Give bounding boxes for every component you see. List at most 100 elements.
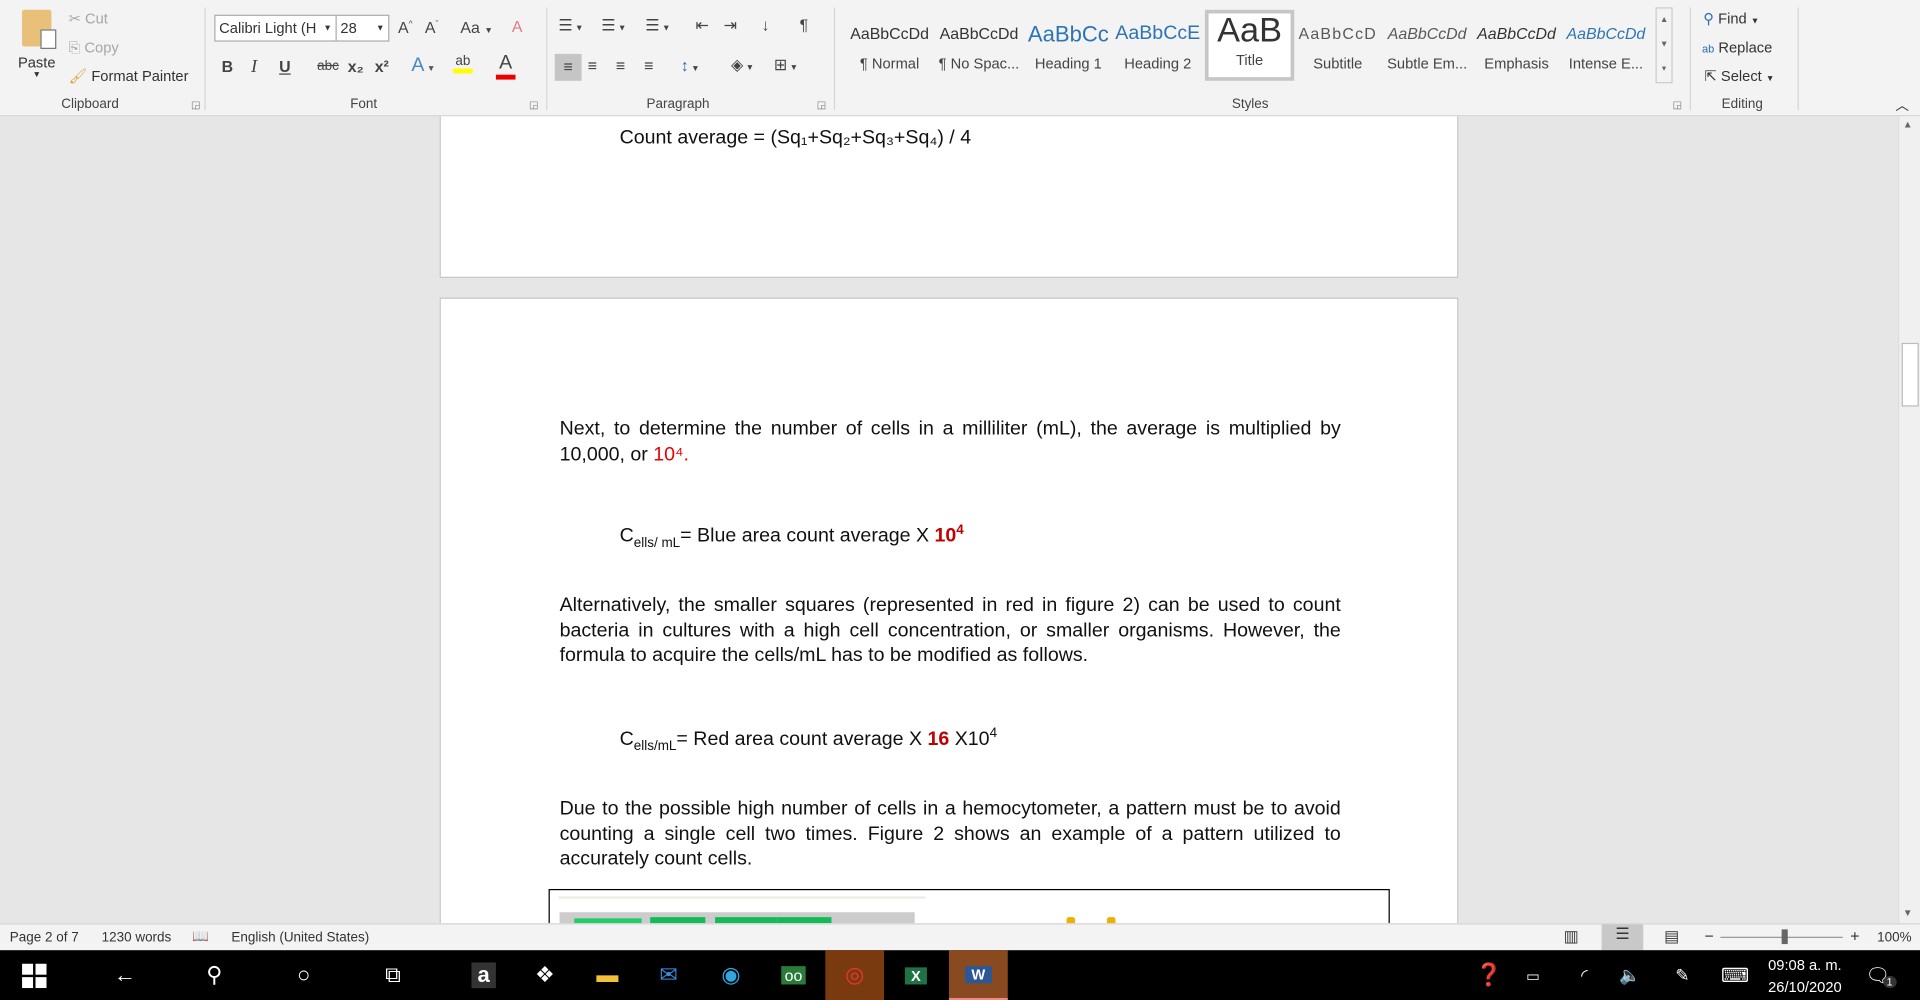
align-left-button[interactable]: ≡	[554, 53, 582, 81]
zoom-level[interactable]: 100%	[1877, 931, 1911, 946]
find-button[interactable]: ⚲ Find ▼	[1703, 10, 1759, 27]
text-effects-icon[interactable]: A ▼	[411, 55, 435, 77]
paragraph-group-label: Paragraph	[646, 96, 710, 112]
paintbrush-icon: 🖌	[68, 67, 88, 85]
count-average-formula: Count average = (Sq₁+Sq₂+Sq₃+Sq₄) / 4	[619, 127, 972, 149]
start-windows-icon[interactable]	[5, 950, 64, 1000]
clock[interactable]: 09:08 a. m. 26/10/2020	[1761, 954, 1849, 998]
scroll-up-icon[interactable]: ▲	[1903, 119, 1913, 130]
scroll-thumb[interactable]	[1901, 342, 1919, 407]
style-intense-emphasis[interactable]: AaBbCcDd Intense E...	[1561, 17, 1650, 86]
style-emphasis[interactable]: AaBbCcDd Emphasis	[1472, 17, 1561, 86]
zoom-slider-thumb[interactable]	[1781, 929, 1788, 945]
scroll-down-icon[interactable]: ▼	[1903, 907, 1913, 918]
sort-icon[interactable]: ↓	[762, 16, 770, 34]
select-button[interactable]: ⇱ Select ▼	[1704, 67, 1774, 84]
collapse-ribbon-icon[interactable]: ︿	[1896, 96, 1909, 116]
clear-formatting-icon[interactable]: A	[512, 17, 523, 35]
pen-icon[interactable]: ✎	[1653, 950, 1712, 1000]
subscript-button[interactable]: x₂	[348, 58, 364, 76]
bullets-icon[interactable]: ☰ ▼	[558, 16, 583, 36]
dialog-launcher-icon[interactable]: ◲	[1673, 99, 1682, 110]
paste-button[interactable]: Paste ▼	[12, 7, 61, 88]
align-center-button[interactable]: ≡	[588, 56, 597, 74]
shading-icon[interactable]: ◈ ▼	[731, 55, 754, 75]
search-icon[interactable]: ⚲	[185, 950, 244, 1000]
cut-button[interactable]: ✂ Cut	[69, 10, 108, 27]
edge-icon[interactable]: ◉	[702, 950, 761, 1000]
replace-button[interactable]: ab Replace	[1702, 39, 1772, 56]
strikethrough-button[interactable]: abc	[317, 59, 339, 74]
web-layout-icon[interactable]: ▤	[1664, 927, 1679, 947]
numbering-icon[interactable]: ☰ ▼	[601, 16, 626, 36]
paragraph-3: Due to the possible high number of cells…	[559, 798, 1341, 870]
read-mode-icon[interactable]: ▥	[1564, 927, 1579, 947]
cortana-icon[interactable]: ○	[274, 950, 333, 1000]
change-case-button[interactable]: Aa ▼	[460, 18, 492, 36]
borders-icon[interactable]: ⊞ ▼	[774, 55, 798, 75]
align-right-button[interactable]: ≡	[616, 56, 625, 74]
style-no-spacing[interactable]: AaBbCcDd ¶ No Spac...	[934, 17, 1023, 86]
zoom-slider[interactable]	[1720, 929, 1843, 945]
cells-per-ml-formula-red: Cells/mL= Red area count average X 16 X1…	[619, 726, 998, 754]
font-size-combobox[interactable]: 28 ▼	[335, 14, 390, 42]
paragraph-1: Next, to determine the number of cells i…	[559, 418, 1341, 465]
decrease-indent-icon[interactable]: ⇤	[696, 16, 709, 36]
dialog-launcher-icon[interactable]: ◲	[817, 99, 826, 110]
print-layout-icon[interactable]: ☰	[1601, 924, 1644, 951]
keyboard-icon[interactable]: ⌨	[1706, 950, 1765, 1000]
copy-button[interactable]: ⎘ Copy	[69, 39, 119, 57]
justify-button[interactable]: ≡	[644, 56, 653, 74]
italic-button[interactable]: I	[251, 58, 257, 79]
word-count[interactable]: 1230 words	[102, 931, 172, 946]
chrome-icon[interactable]: ◎	[825, 950, 885, 1000]
mail-icon[interactable]: ✉	[639, 950, 698, 1000]
style-subtitle[interactable]: AaBbCcD Subtitle	[1293, 17, 1382, 86]
grow-font-button[interactable]: A^	[398, 18, 413, 36]
amazon-icon[interactable]: a	[454, 950, 513, 1000]
underline-button[interactable]: U	[279, 58, 290, 76]
pilcrow-icon[interactable]: ¶	[800, 16, 809, 34]
highlight-icon[interactable]: ab	[453, 54, 473, 74]
style-title[interactable]: AaB Title	[1204, 9, 1295, 81]
battery-icon[interactable]: ▭	[1504, 950, 1563, 1000]
style-heading-1[interactable]: AaBbCc Heading 1	[1024, 17, 1113, 86]
style-subtle-emphasis[interactable]: AaBbCcDd Subtle Em...	[1382, 17, 1471, 86]
excel-icon[interactable]: X	[887, 950, 946, 1000]
back-arrow-icon[interactable]: ←	[96, 950, 155, 1000]
proofing-icon[interactable]: 📖	[192, 928, 209, 944]
line-spacing-icon[interactable]: ↕ ▼	[681, 56, 700, 74]
superscript-button[interactable]: x²	[375, 58, 389, 76]
increase-indent-icon[interactable]: ⇥	[724, 16, 737, 36]
format-painter-button[interactable]: 🖌 Format Painter	[69, 67, 189, 84]
scissors-icon: ✂	[68, 9, 81, 27]
zoom-in-button[interactable]: +	[1850, 927, 1859, 945]
tripadvisor-icon[interactable]: oo	[764, 950, 823, 1000]
zoom-out-button[interactable]: −	[1704, 927, 1713, 945]
ribbon: Paste ▼ ✂ Cut ⎘ Copy 🖌 Format Painter Cl…	[0, 0, 1920, 117]
language[interactable]: English (United States)	[231, 931, 369, 946]
shrink-font-button[interactable]: Aˇ	[425, 18, 438, 36]
notifications-icon[interactable]: 🗨 1	[1851, 950, 1910, 1000]
multilevel-list-icon[interactable]: ☰ ▼	[645, 16, 670, 36]
volume-icon[interactable]: 🔈	[1600, 950, 1659, 1000]
bold-button[interactable]: B	[222, 58, 233, 76]
word-icon[interactable]: W	[948, 950, 1008, 1000]
dialog-launcher-icon[interactable]: ◲	[191, 99, 200, 110]
dropbox-icon[interactable]: ❖	[516, 950, 575, 1000]
status-bar: Page 2 of 7 1230 words 📖 English (United…	[0, 923, 1920, 951]
styles-scroll[interactable]: ▲ ▼ ▾	[1655, 7, 1673, 84]
task-view-icon[interactable]: ⧉	[364, 950, 423, 1000]
font-name-combobox[interactable]: Calibri Light (H ▼	[214, 14, 337, 42]
document-area: Count average = (Sq₁+Sq₂+Sq₃+Sq₄) / 4 Ne…	[0, 116, 1898, 924]
page-count[interactable]: Page 2 of 7	[10, 931, 79, 946]
vertical-scrollbar[interactable]: ▲ ▼	[1897, 116, 1920, 924]
file-explorer-icon[interactable]: ▬	[578, 950, 637, 1000]
chevron-down-icon: ▼	[32, 71, 41, 80]
style-normal[interactable]: AaBbCcDd ¶ Normal	[845, 17, 934, 86]
replace-icon: ab	[1702, 42, 1715, 56]
clipboard-icon	[22, 9, 57, 49]
font-color-icon[interactable]: A	[495, 53, 516, 80]
dialog-launcher-icon[interactable]: ◲	[529, 99, 538, 110]
style-heading-2[interactable]: AaBbCcE Heading 2	[1113, 17, 1202, 86]
